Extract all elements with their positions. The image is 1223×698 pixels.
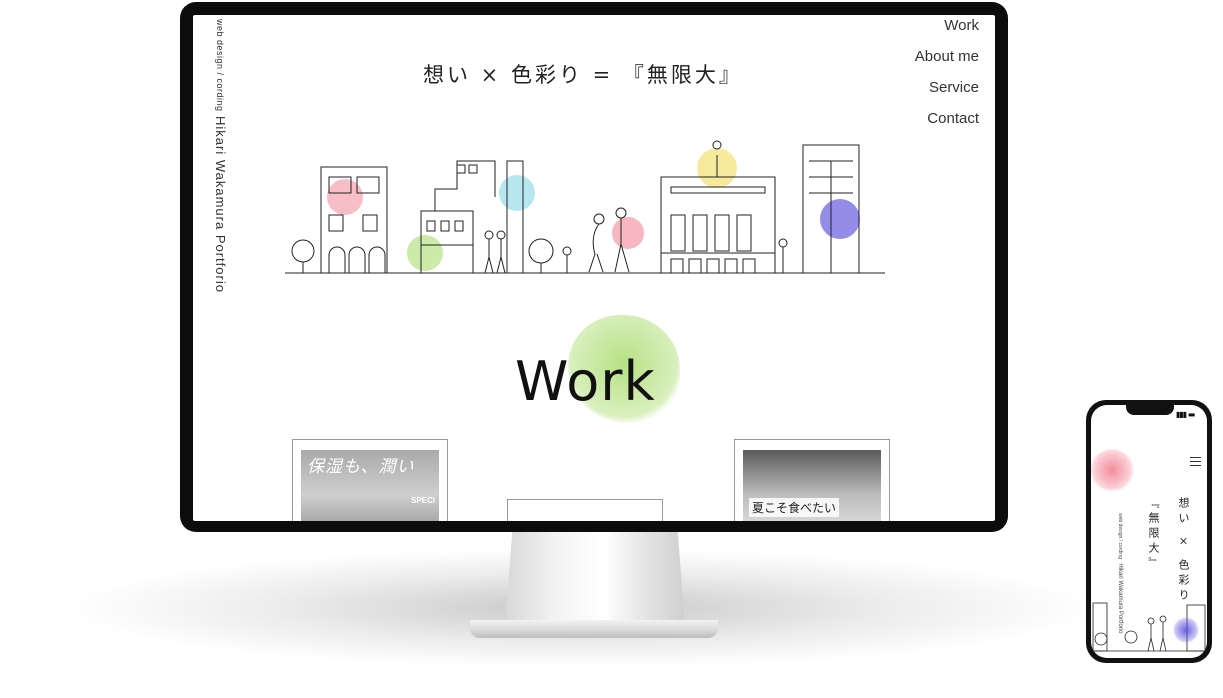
work-card[interactable]: 保湿も、潤い SPECI <box>292 439 448 521</box>
phone-pink-blob <box>1091 449 1135 491</box>
nav-item-about[interactable]: About me <box>915 48 979 79</box>
phone-logo-subtitle: web design / cording <box>1117 513 1123 559</box>
nav-item-work[interactable]: Work <box>915 17 979 48</box>
nav-item-service[interactable]: Service <box>915 79 979 110</box>
global-nav: Work About me Service Contact <box>915 17 979 141</box>
desktop-site-screen: web design / cording Hikari Wakamura Por… <box>193 15 995 521</box>
work-card-thumbnail: 夏こそ食べたい <box>743 450 881 521</box>
phone-blue-blob <box>1173 617 1199 643</box>
work-card-title: 保湿も、潤い <box>307 457 415 477</box>
work-card[interactable]: 夏こそ食べたい <box>734 439 890 521</box>
logo-title: Hikari Wakamura Portforio <box>213 116 228 293</box>
phone-tagline-part2: 『無限大』 <box>1147 497 1160 572</box>
work-section-heading: Work <box>515 350 656 413</box>
phone-site-screen: 想い × 色彩り 『無限大』 web design / cording Hika… <box>1091 405 1207 658</box>
work-card-badge: SPECI <box>410 496 435 505</box>
monitor-stand-base <box>470 620 718 638</box>
hamburger-menu-icon[interactable] <box>1190 457 1201 469</box>
phone-notch <box>1126 403 1174 415</box>
nav-item-contact[interactable]: Contact <box>915 110 979 141</box>
cityscape-illustration <box>285 140 885 274</box>
work-card[interactable] <box>507 499 663 521</box>
work-card-thumbnail: 保湿も、潤い SPECI <box>301 450 439 521</box>
phone-status-icons: ▮▮▮ ▬ <box>1176 410 1195 419</box>
site-logo[interactable]: web design / cording Hikari Wakamura Por… <box>211 19 229 293</box>
monitor-stand-neck <box>505 532 685 628</box>
logo-subtitle: web design / cording <box>215 19 225 112</box>
hero-tagline: 想い × 色彩り = 『無限大』 <box>423 63 743 87</box>
work-card-title: 夏こそ食べたい <box>749 498 840 517</box>
